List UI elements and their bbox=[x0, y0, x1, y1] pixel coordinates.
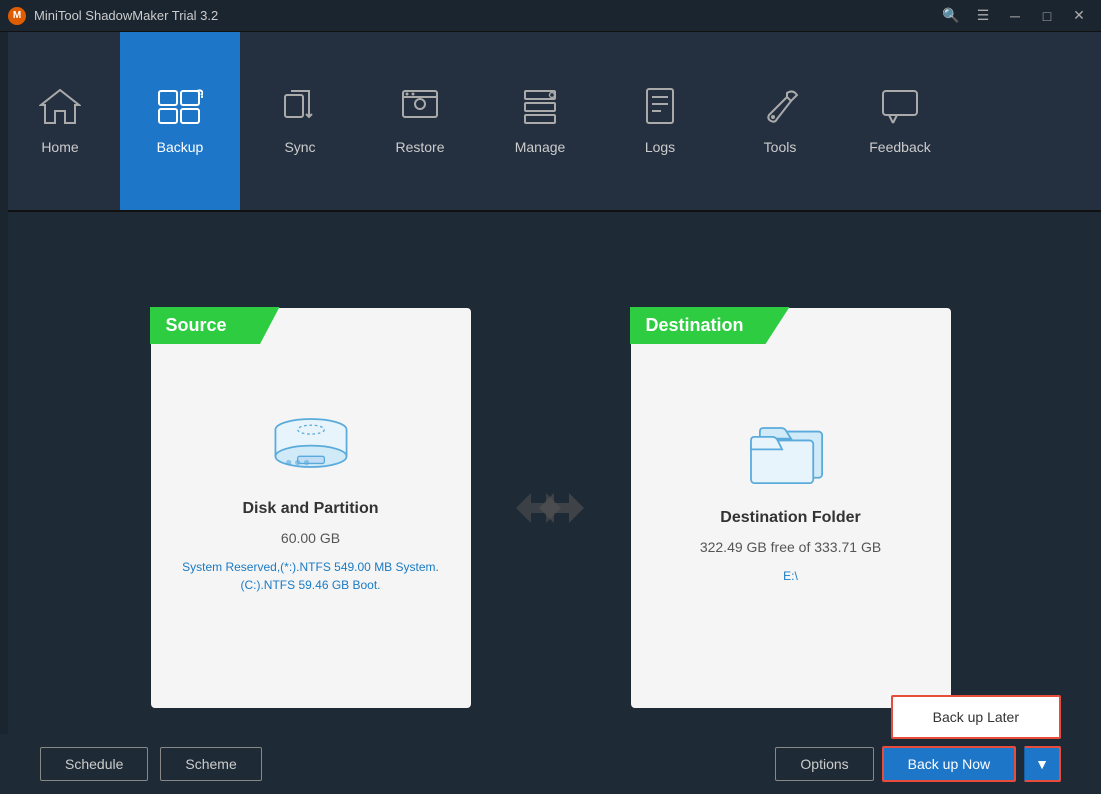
disk-icon bbox=[261, 403, 361, 488]
app-logo: M bbox=[8, 7, 26, 25]
nav-label-tools: Tools bbox=[764, 139, 797, 155]
nav-item-feedback[interactable]: Feedback bbox=[840, 32, 960, 210]
bottom-right: Options Back up Now ▼ bbox=[775, 746, 1061, 782]
minimize-button[interactable]: ─ bbox=[1001, 6, 1029, 26]
nav-item-manage[interactable]: Manage bbox=[480, 32, 600, 210]
feedback-icon bbox=[879, 87, 921, 131]
backup-now-button[interactable]: Back up Now bbox=[882, 746, 1016, 782]
nav-item-logs[interactable]: Logs bbox=[600, 32, 720, 210]
source-header: Source bbox=[150, 307, 280, 344]
backup-icon bbox=[157, 87, 203, 131]
nav-label-sync: Sync bbox=[284, 139, 315, 155]
nav-label-logs: Logs bbox=[645, 139, 675, 155]
nav-label-restore: Restore bbox=[395, 139, 444, 155]
source-size: 60.00 GB bbox=[281, 530, 340, 546]
title-bar-left: M MiniTool ShadowMaker Trial 3.2 bbox=[8, 7, 218, 25]
restore-icon bbox=[399, 87, 441, 131]
nav-label-home: Home bbox=[41, 139, 78, 155]
destination-card[interactable]: Destination Destination Folder 322.49 GB… bbox=[631, 308, 951, 708]
nav-label-backup: Backup bbox=[157, 139, 204, 155]
nav-item-restore[interactable]: Restore bbox=[360, 32, 480, 210]
home-icon bbox=[39, 87, 81, 131]
backup-dropdown-button[interactable]: ▼ bbox=[1024, 746, 1061, 782]
nav-item-home[interactable]: Home bbox=[0, 32, 120, 210]
schedule-button[interactable]: Schedule bbox=[40, 747, 148, 781]
bottom-left: Schedule Scheme bbox=[40, 747, 262, 781]
destination-free: 322.49 GB free of 333.71 GB bbox=[700, 539, 881, 555]
nav-label-manage: Manage bbox=[515, 139, 566, 155]
maximize-button[interactable]: □ bbox=[1033, 6, 1061, 26]
tools-icon bbox=[759, 87, 801, 131]
nav-item-sync[interactable]: Sync bbox=[240, 32, 360, 210]
menu-button[interactable]: ☰ bbox=[969, 6, 997, 26]
window-controls: 🔍 ☰ ─ □ ✕ bbox=[937, 6, 1093, 26]
backup-area: Source bbox=[40, 252, 1061, 764]
destination-header: Destination bbox=[630, 307, 790, 344]
close-button[interactable]: ✕ bbox=[1065, 6, 1093, 26]
source-detail: System Reserved,(*:).NTFS 549.00 MB Syst… bbox=[151, 558, 471, 594]
options-button[interactable]: Options bbox=[775, 747, 873, 781]
manage-icon bbox=[521, 87, 559, 131]
source-card[interactable]: Source bbox=[151, 308, 471, 708]
title-bar: M MiniTool ShadowMaker Trial 3.2 🔍 ☰ ─ □… bbox=[0, 0, 1101, 32]
destination-path: E:\ bbox=[767, 567, 814, 585]
bottom-bar: Schedule Scheme Options Back up Now ▼ bbox=[0, 734, 1101, 794]
sync-icon bbox=[281, 87, 319, 131]
logs-icon bbox=[641, 87, 679, 131]
destination-title: Destination Folder bbox=[720, 509, 860, 527]
arrow-container bbox=[511, 483, 591, 533]
nav-item-backup[interactable]: Backup bbox=[120, 32, 240, 210]
backup-dropdown-popup: Back up Later bbox=[891, 695, 1061, 739]
nav-label-feedback: Feedback bbox=[869, 139, 930, 155]
app-title: MiniTool ShadowMaker Trial 3.2 bbox=[34, 8, 218, 23]
backup-later-item[interactable]: Back up Later bbox=[893, 697, 1059, 737]
scheme-button[interactable]: Scheme bbox=[160, 747, 261, 781]
folder-icon bbox=[741, 412, 841, 497]
nav-item-tools[interactable]: Tools bbox=[720, 32, 840, 210]
source-title: Disk and Partition bbox=[242, 500, 378, 518]
search-button[interactable]: 🔍 bbox=[937, 6, 965, 26]
nav-bar: Home Backup Sync bbox=[0, 32, 1101, 212]
